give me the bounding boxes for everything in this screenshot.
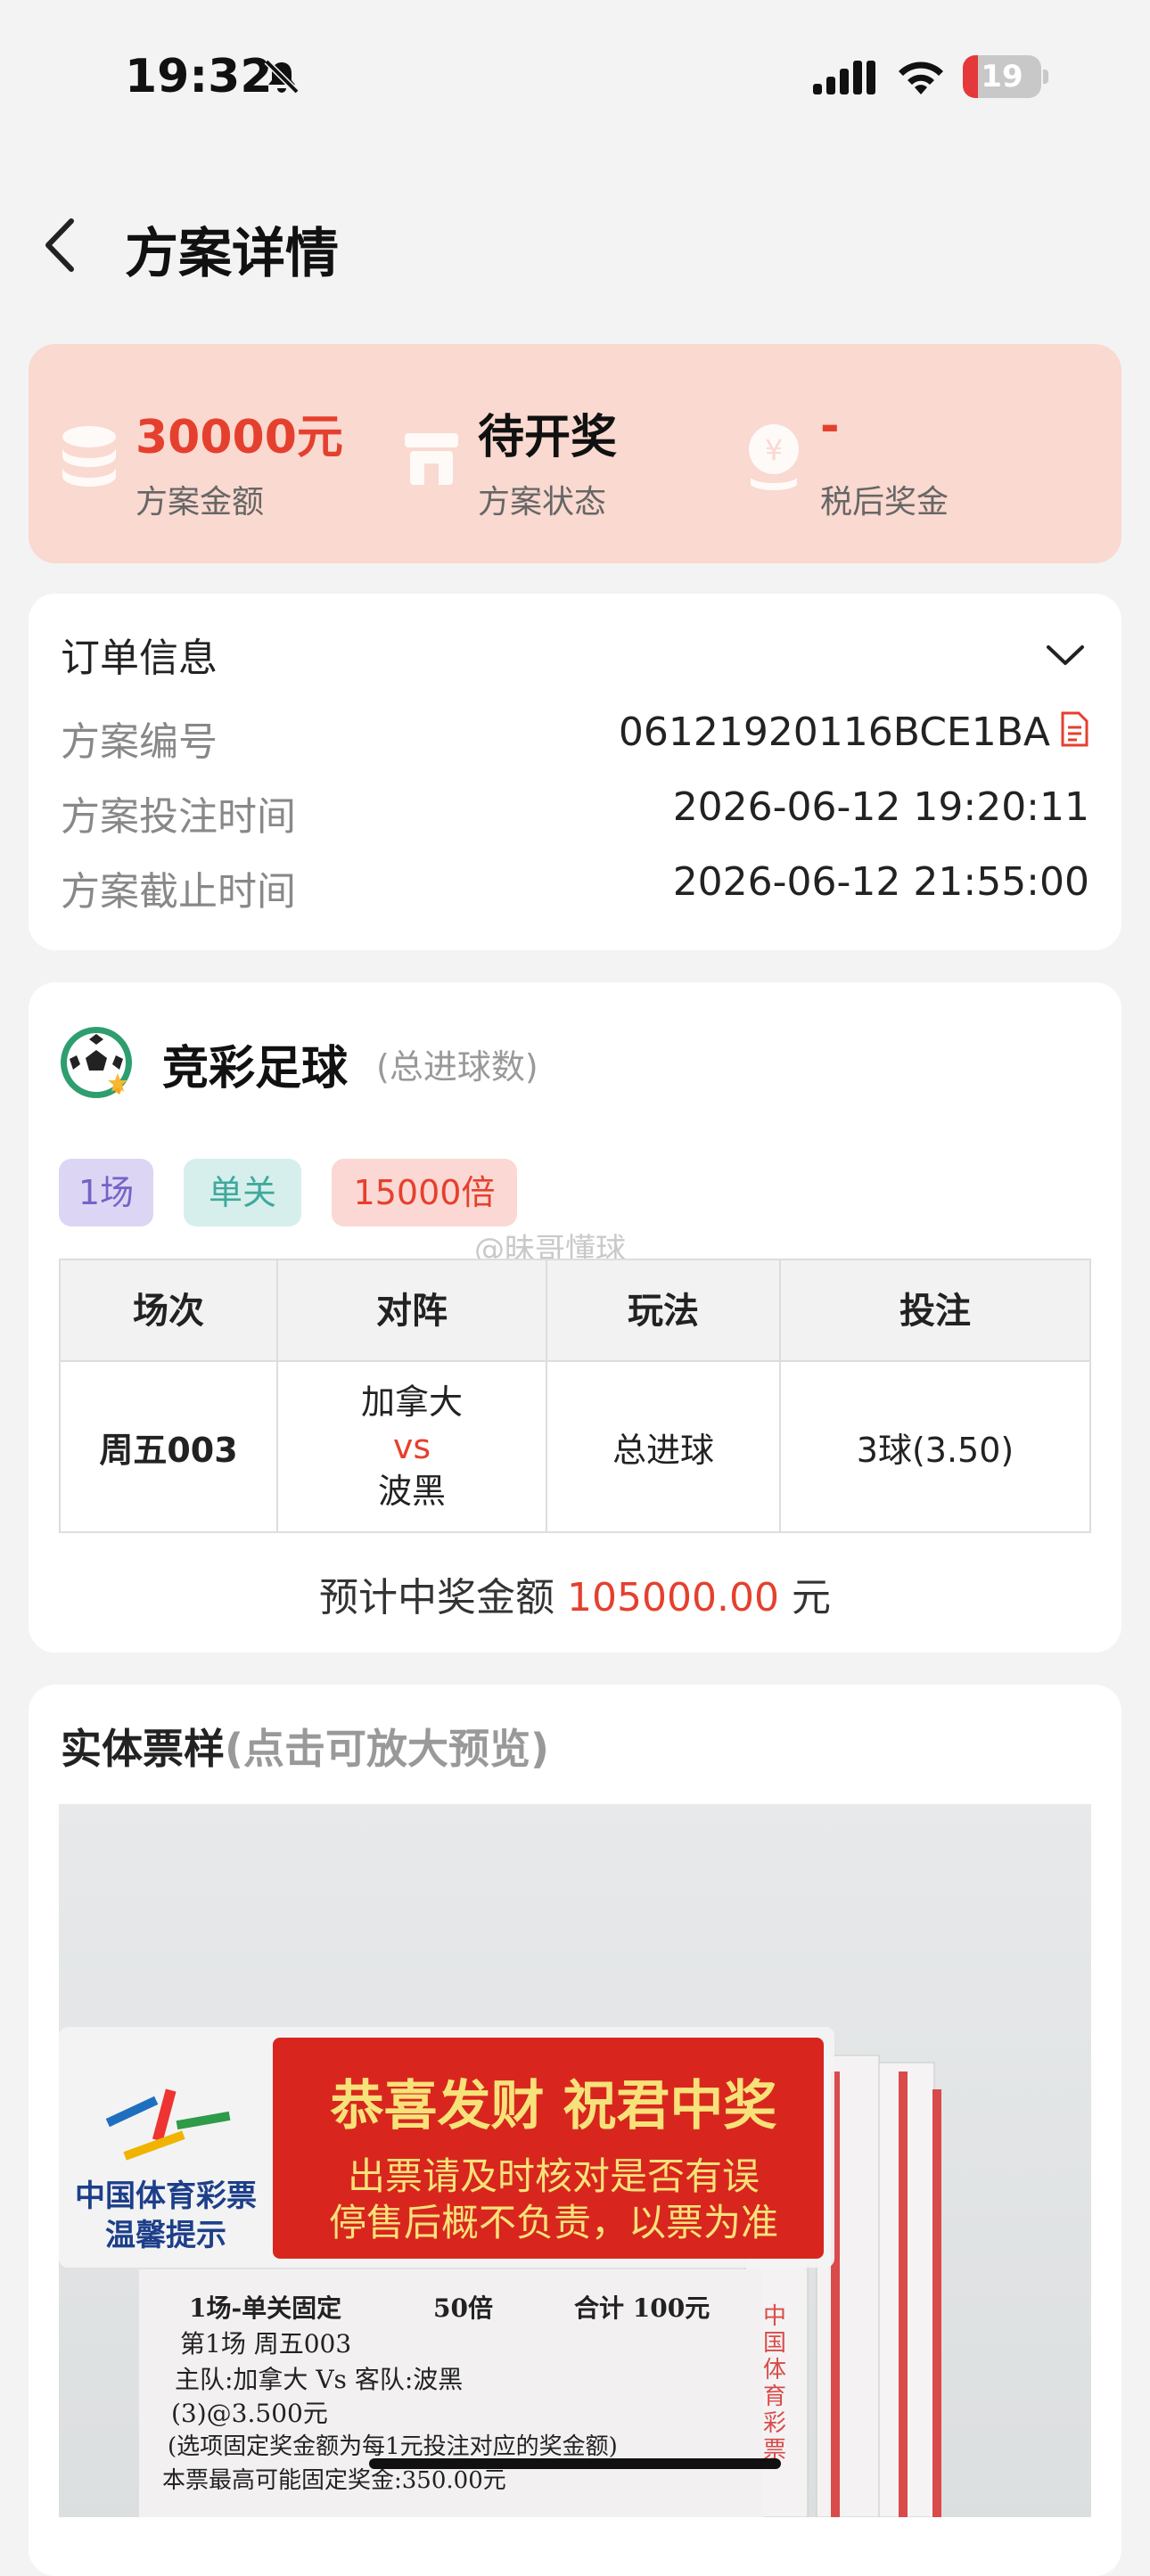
coins-icon	[62, 426, 116, 487]
sign-slogan: 恭喜发财 祝君中奖	[330, 2075, 777, 2137]
tag-multiplier: 15000倍	[332, 1159, 517, 1226]
bet-text: 3球(3.50)	[856, 1430, 1014, 1470]
wifi-icon	[899, 62, 943, 94]
status-time: 19:32	[125, 50, 273, 103]
order-info-card: 订单信息 方案编号 06121920116BCE1BA 方案投注时间 2026-…	[29, 594, 1121, 950]
bell-muted-icon	[264, 59, 300, 94]
ticket-title-hint: (点击可放大预览)	[225, 1725, 550, 1773]
header-session: 场次	[61, 1260, 278, 1362]
status-value: 待开奖	[478, 411, 618, 464]
prize-amount: 105000.00	[567, 1575, 779, 1620]
shop-icon	[405, 433, 458, 485]
copy-document-icon[interactable]	[1059, 711, 1089, 747]
battery-icon: 19	[963, 55, 1048, 98]
page-title: 方案详情	[125, 223, 339, 285]
prize-unit: 元	[791, 1575, 831, 1620]
order-info-title: 订单信息	[61, 636, 218, 681]
bet-time-value: 2026-06-12 19:20:11	[672, 784, 1089, 830]
home-team: 加拿大	[360, 1382, 463, 1422]
chevron-down-icon[interactable]	[1045, 640, 1086, 670]
cellular-signal-icon	[813, 61, 875, 94]
amount-value: 30000元	[136, 411, 343, 464]
vs-label: vs	[392, 1427, 431, 1466]
header-matchup: 对阵	[278, 1260, 547, 1362]
match-card: 竞彩足球 (总进球数) 1场 单关 15000倍 @昧哥懂球 场次 对阵 玩法 …	[29, 982, 1121, 1653]
prize-label: 税后奖金	[820, 484, 949, 521]
sign-brand: 中国体育彩票 温馨提示	[75, 2178, 257, 2253]
header-play: 玩法	[547, 1260, 781, 1362]
away-team: 波黑	[377, 1472, 446, 1511]
home-indicator[interactable]	[369, 2458, 781, 2469]
deadline-label: 方案截止时间	[61, 869, 296, 915]
prize-value: -	[820, 399, 840, 453]
battery-level: 19	[981, 59, 1023, 94]
ticket-photo[interactable]: 中国体育彩票 温馨提示 恭喜发财 祝君中奖 出票请及时核对是否有误 停售后概不负…	[59, 1804, 1091, 2517]
svg-text:¥: ¥	[765, 433, 783, 467]
order-number-label: 方案编号	[61, 719, 218, 765]
tag-match-count: 1场	[59, 1159, 153, 1226]
session-text: 周五003	[99, 1430, 238, 1470]
cell-bet: 3球(3.50)	[781, 1362, 1089, 1531]
nav-bar: 方案详情	[0, 178, 1150, 312]
order-number-value: 06121920116BCE1BA	[619, 710, 1089, 755]
lottery-type-subtitle: (总进球数)	[376, 1047, 538, 1087]
prize-prefix: 预计中奖金额	[319, 1575, 555, 1620]
yuan-money-icon: ¥	[749, 424, 799, 490]
header-bet: 投注	[781, 1260, 1089, 1362]
cell-matchup: 加拿大 vs 波黑	[278, 1362, 547, 1531]
lottery-type-title: 竞彩足球	[162, 1042, 349, 1095]
order-number-text: 06121920116BCE1BA	[618, 710, 1050, 755]
amount-label: 方案金额	[136, 484, 265, 521]
status-label: 方案状态	[478, 484, 607, 521]
soccer-ball-icon	[61, 1027, 132, 1098]
ticket-side-text: 中国体育彩票	[763, 2303, 787, 2464]
tag-single-pass: 单关	[184, 1159, 301, 1226]
summary-card: 30000元 方案金额 待开奖 方案状态 ¥ - 税后奖金	[29, 344, 1121, 563]
sign-line-2: 停售后概不负责，以票为准	[328, 2201, 778, 2244]
ticket-sample-card: 实体票样(点击可放大预览) 中国体育彩票 温馨提示 恭喜发财 祝君中奖 出票请及…	[29, 1685, 1121, 2576]
bet-table: 场次 对阵 玩法 投注 周五003 加拿大 vs 波黑 总进球 3球(3.50)	[59, 1259, 1091, 1533]
deadline-value: 2026-06-12 21:55:00	[672, 859, 1089, 905]
cell-session: 周五003	[61, 1362, 278, 1531]
estimated-prize: 预计中奖金额 105000.00 元	[29, 1565, 1121, 1622]
play-text: 总进球	[612, 1430, 714, 1470]
cell-play: 总进球	[547, 1362, 781, 1531]
bet-time-label: 方案投注时间	[61, 794, 296, 840]
chevron-left-icon[interactable]	[36, 214, 89, 276]
ticket-sample-title: 实体票样(点击可放大预览)	[61, 1717, 549, 1776]
status-bar: 19:32 19	[0, 0, 1150, 143]
printed-ticket: 1场-单关固定 50倍 合计 100元 第1场 周五003 主队:加拿大 Vs …	[139, 2269, 763, 2517]
ticket-title-text: 实体票样	[61, 1725, 225, 1773]
